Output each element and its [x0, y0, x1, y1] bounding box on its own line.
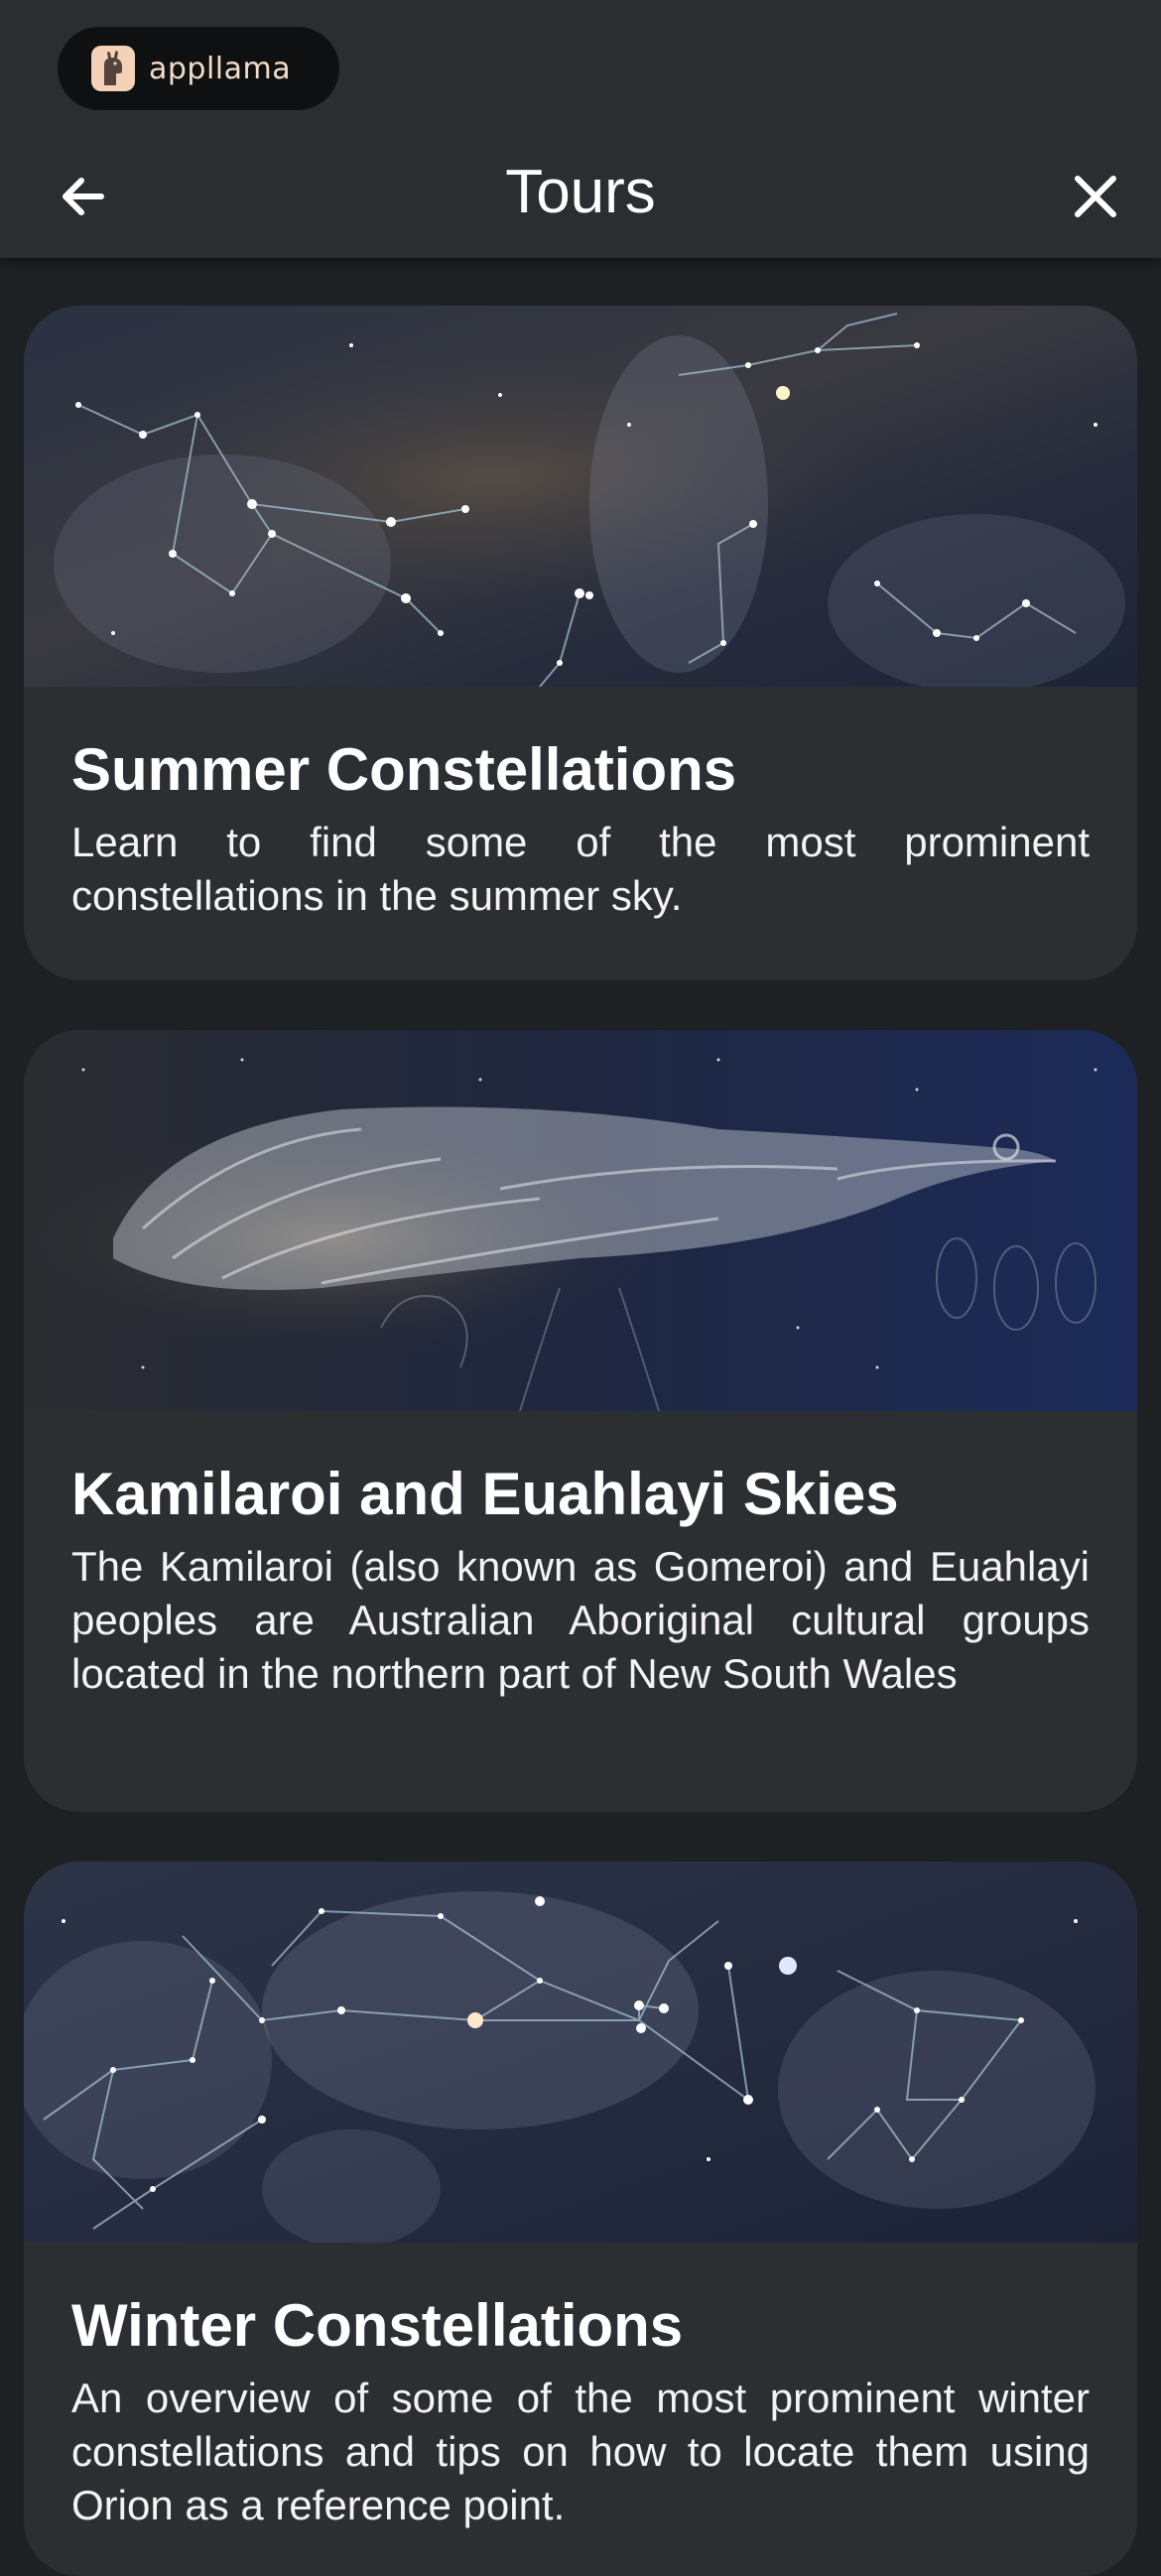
tour-card-kamilaroi-euahlayi-skies[interactable]: Kamilaroi and Euahlayi Skies The Kamilar… — [24, 1030, 1137, 1812]
llama-logo-icon — [91, 46, 135, 91]
winter-sky-image — [24, 1862, 1137, 2243]
emu-in-the-sky-image — [24, 1030, 1137, 1411]
brand-badge: appllama — [58, 27, 339, 110]
tour-description: Learn to find some of the most prominent… — [71, 819, 1090, 919]
app-header: appllama Tours — [0, 0, 1161, 258]
brand-name: appllama — [149, 51, 292, 86]
tour-description: An overview of some of the most prominen… — [71, 2375, 1090, 2528]
summer-sky-image — [24, 306, 1137, 687]
tour-description: The Kamilaroi (also known as Gomeroi) an… — [71, 1543, 1090, 1697]
tour-title: Kamilaroi and Euahlayi Skies — [71, 1461, 899, 1527]
tour-title: Winter Constellations — [71, 2292, 684, 2359]
tour-card-summer-constellations[interactable]: Summer Constellations Learn to find some… — [24, 306, 1137, 980]
tour-card-winter-constellations[interactable]: Winter Constellations An overview of som… — [24, 1862, 1137, 2576]
page-title: Tours — [505, 158, 656, 226]
close-icon — [1075, 176, 1116, 217]
tour-title: Summer Constellations — [71, 736, 737, 803]
close-button[interactable] — [1060, 161, 1131, 232]
nav-bar: Tours — [0, 139, 1161, 248]
